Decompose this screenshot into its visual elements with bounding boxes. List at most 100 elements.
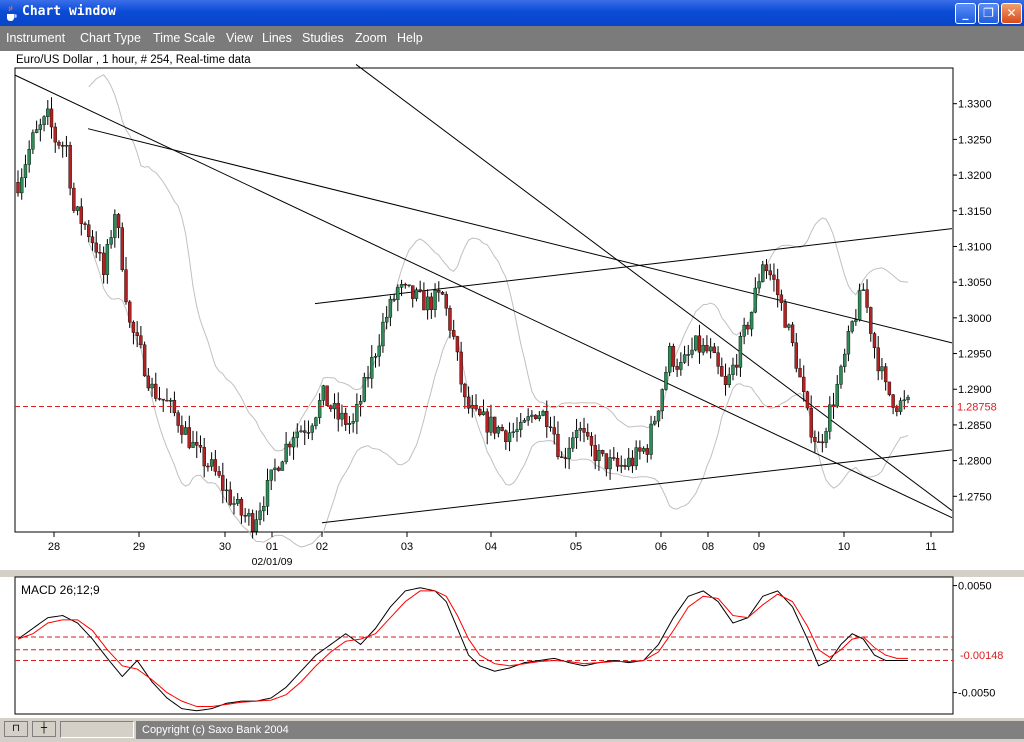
candle-body[interactable] xyxy=(876,347,880,372)
candle-body[interactable] xyxy=(377,345,381,357)
menu-zoom[interactable]: Zoom xyxy=(355,31,387,45)
candle-body[interactable] xyxy=(615,457,620,467)
candle-body[interactable] xyxy=(526,416,530,421)
candle-body[interactable] xyxy=(571,437,575,449)
candle-body[interactable] xyxy=(634,447,638,467)
candle-body[interactable] xyxy=(403,283,407,286)
candle-body[interactable] xyxy=(895,407,899,412)
candle-body[interactable] xyxy=(206,465,210,468)
menu-chart-type[interactable]: Chart Type xyxy=(80,31,141,45)
candle-body[interactable] xyxy=(198,445,203,448)
candle-body[interactable] xyxy=(221,475,225,491)
candle-body[interactable] xyxy=(425,296,430,311)
candle-body[interactable] xyxy=(336,403,340,420)
candle-body[interactable] xyxy=(697,335,702,353)
candle-body[interactable] xyxy=(805,391,810,409)
panel-divider[interactable] xyxy=(0,570,1024,577)
candle-body[interactable] xyxy=(485,411,489,433)
candle-body[interactable] xyxy=(101,252,106,275)
candle-body[interactable] xyxy=(195,442,199,446)
candle-body[interactable] xyxy=(187,427,191,448)
candle-body[interactable] xyxy=(742,324,746,337)
candle-body[interactable] xyxy=(828,404,832,432)
candle-body[interactable] xyxy=(772,274,776,280)
candle-body[interactable] xyxy=(880,366,884,372)
candle-body[interactable] xyxy=(883,366,888,383)
candle-body[interactable] xyxy=(619,464,623,467)
candle-body[interactable] xyxy=(254,519,259,532)
candle-body[interactable] xyxy=(746,324,750,330)
candle-body[interactable] xyxy=(522,420,527,423)
candle-body[interactable] xyxy=(686,354,690,356)
candle-body[interactable] xyxy=(623,464,627,467)
candle-body[interactable] xyxy=(370,357,374,379)
candle-body[interactable] xyxy=(176,412,180,426)
candle-body[interactable] xyxy=(150,383,154,389)
candle-body[interactable] xyxy=(46,108,50,117)
candle-body[interactable] xyxy=(250,513,255,532)
candle-body[interactable] xyxy=(761,264,765,282)
candle-body[interactable] xyxy=(604,453,609,470)
candle-body[interactable] xyxy=(850,321,854,332)
candle-body[interactable] xyxy=(128,301,132,323)
candle-body[interactable] xyxy=(49,108,54,128)
menu-instrument[interactable]: Instrument xyxy=(6,31,65,45)
candle-body[interactable] xyxy=(314,417,318,427)
candle-body[interactable] xyxy=(295,431,299,438)
candle-body[interactable] xyxy=(612,457,616,459)
candle-body[interactable] xyxy=(563,457,568,459)
candle-body[interactable] xyxy=(161,398,165,401)
candle-body[interactable] xyxy=(388,298,393,318)
menu-time-scale[interactable]: Time Scale xyxy=(153,31,215,45)
candle-body[interactable] xyxy=(113,214,117,238)
candle-body[interactable] xyxy=(303,430,307,433)
candle-body[interactable] xyxy=(641,448,646,452)
candle-body[interactable] xyxy=(411,285,415,299)
candle-body[interactable] xyxy=(481,411,486,416)
candle-body[interactable] xyxy=(597,450,601,461)
candle-body[interactable] xyxy=(53,126,57,143)
candle-body[interactable] xyxy=(694,335,698,351)
candle-body[interactable] xyxy=(861,289,866,291)
candle-body[interactable] xyxy=(608,457,612,470)
candle-body[interactable] xyxy=(667,346,672,373)
candle-body[interactable] xyxy=(57,141,61,146)
candle-body[interactable] xyxy=(519,421,523,430)
candle-body[interactable] xyxy=(463,383,467,398)
candle-body[interactable] xyxy=(94,242,98,253)
candle-body[interactable] xyxy=(440,292,445,295)
candle-body[interactable] xyxy=(16,182,20,194)
candle-body[interactable] xyxy=(437,290,441,293)
candle-body[interactable] xyxy=(671,346,676,367)
restore-button[interactable]: ❐ xyxy=(978,3,999,24)
candle-body[interactable] xyxy=(414,289,419,299)
candle-body[interactable] xyxy=(38,124,43,130)
candle-body[interactable] xyxy=(749,311,754,330)
candle-body[interactable] xyxy=(306,432,311,434)
candle-body[interactable] xyxy=(224,489,229,492)
candle-body[interactable] xyxy=(574,430,579,438)
candle-body[interactable] xyxy=(787,324,791,328)
candle-body[interactable] xyxy=(708,346,713,352)
candle-body[interactable] xyxy=(351,421,355,424)
candle-body[interactable] xyxy=(131,321,136,333)
candle-body[interactable] xyxy=(511,431,515,434)
candle-body[interactable] xyxy=(489,416,493,433)
candle-body[interactable] xyxy=(87,224,91,238)
candle-body[interactable] xyxy=(757,281,761,289)
candle-body[interactable] xyxy=(191,442,195,448)
candle-body[interactable] xyxy=(627,457,631,467)
candle-body[interactable] xyxy=(381,321,385,347)
chart-area[interactable]: Euro/US Dollar , 1 hour, # 254, Real-tim… xyxy=(0,51,1024,717)
candle-body[interactable] xyxy=(142,344,147,377)
candle-body[interactable] xyxy=(857,290,862,321)
candle-body[interactable] xyxy=(157,398,162,400)
candle-body[interactable] xyxy=(459,351,463,385)
candle-body[interactable] xyxy=(373,356,378,358)
candle-body[interactable] xyxy=(768,270,772,276)
candle-body[interactable] xyxy=(842,353,847,367)
candle-body[interactable] xyxy=(399,283,404,288)
candle-body[interactable] xyxy=(429,296,434,310)
candle-body[interactable] xyxy=(891,394,895,408)
candle-body[interactable] xyxy=(530,414,534,417)
